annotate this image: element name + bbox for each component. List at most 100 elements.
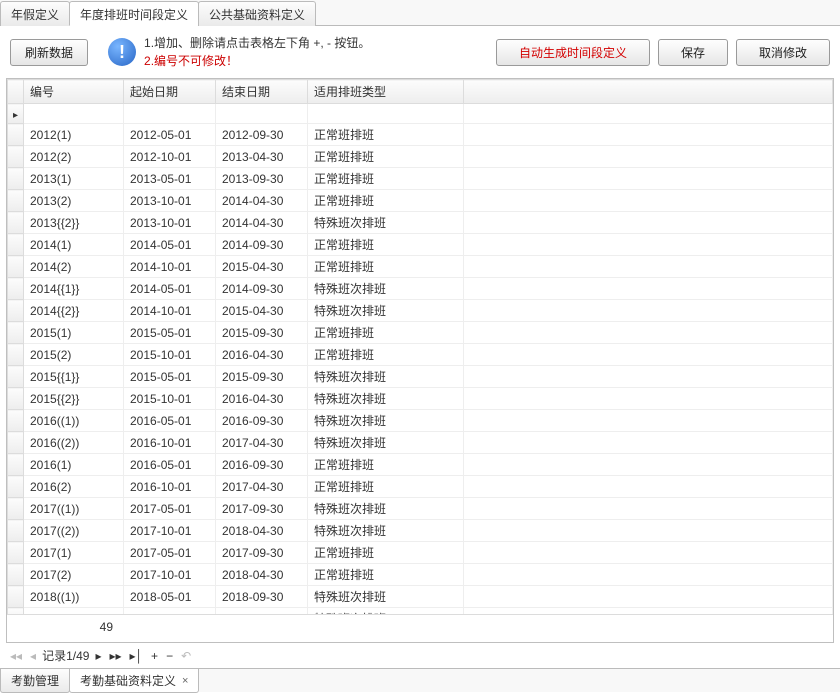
cell-start[interactable]: 2014-10-01	[124, 300, 216, 322]
nav-next[interactable]: ▸	[93, 649, 103, 663]
cell-start[interactable]: 2014-10-01	[124, 256, 216, 278]
cell-end[interactable]: 2016-04-30	[216, 344, 308, 366]
cell-end[interactable]: 2016-04-30	[216, 388, 308, 410]
cell-type[interactable]: 特殊班次排班	[308, 366, 464, 388]
cell-id[interactable]: 2017(1)	[24, 542, 124, 564]
top-tab-1[interactable]: 年度排班时间段定义	[69, 1, 199, 26]
nav-remove[interactable]: −	[164, 649, 175, 663]
cell-type[interactable]: 正常班排班	[308, 256, 464, 278]
cell-id[interactable]: 2014{{2}}	[24, 300, 124, 322]
cell-start[interactable]: 2017-10-01	[124, 520, 216, 542]
cell-end[interactable]: 2015-09-30	[216, 322, 308, 344]
cell-id[interactable]: 2015(1)	[24, 322, 124, 344]
table-row[interactable]: 2015(1)2015-05-012015-09-30正常班排班	[8, 322, 833, 344]
nav-next-page[interactable]: ▸▸	[107, 649, 123, 663]
cell-id[interactable]: 2016((2))	[24, 432, 124, 454]
cell-type[interactable]: 特殊班次排班	[308, 212, 464, 234]
table-row[interactable]: 2013(1)2013-05-012013-09-30正常班排班	[8, 168, 833, 190]
cell-start[interactable]: 2016-05-01	[124, 454, 216, 476]
table-row[interactable]: 2016((1))2016-05-012016-09-30特殊班次排班	[8, 410, 833, 432]
cell-end[interactable]: 2017-04-30	[216, 476, 308, 498]
cell-id[interactable]: 2015{{1}}	[24, 366, 124, 388]
table-row[interactable]: 2014(1)2014-05-012014-09-30正常班排班	[8, 234, 833, 256]
close-icon[interactable]: ×	[182, 675, 188, 687]
table-row[interactable]: 2015{{1}}2015-05-012015-09-30特殊班次排班	[8, 366, 833, 388]
cell-id[interactable]: 2017((2))	[24, 520, 124, 542]
table-row[interactable]: 2012(1)2012-05-012012-09-30正常班排班	[8, 124, 833, 146]
cell-id[interactable]: 2018((1))	[24, 586, 124, 608]
nav-last[interactable]: ▸│	[128, 649, 146, 663]
cell-start[interactable]: 2015-10-01	[124, 344, 216, 366]
cell-type[interactable]: 正常班排班	[308, 542, 464, 564]
cell-end[interactable]: 2014-09-30	[216, 234, 308, 256]
cell-type[interactable]: 正常班排班	[308, 454, 464, 476]
cell-end[interactable]: 2014-04-30	[216, 190, 308, 212]
cell-type[interactable]: 正常班排班	[308, 146, 464, 168]
cell-end[interactable]: 2017-09-30	[216, 542, 308, 564]
table-row[interactable]: 2016(2)2016-10-012017-04-30正常班排班	[8, 476, 833, 498]
cell-end[interactable]: 2016-09-30	[216, 410, 308, 432]
cell-start[interactable]: 2013-05-01	[124, 168, 216, 190]
nav-add[interactable]: +	[149, 649, 160, 663]
cell-end[interactable]: 2015-04-30	[216, 300, 308, 322]
cell-type[interactable]: 特殊班次排班	[308, 520, 464, 542]
cell-type[interactable]: 特殊班次排班	[308, 410, 464, 432]
cell-end[interactable]: 2013-04-30	[216, 146, 308, 168]
cell-end[interactable]: 2018-04-30	[216, 520, 308, 542]
table-row[interactable]: 2016((2))2016-10-012017-04-30特殊班次排班	[8, 432, 833, 454]
cell-type[interactable]: 特殊班次排班	[308, 300, 464, 322]
table-row[interactable]: 2012(2)2012-10-012013-04-30正常班排班	[8, 146, 833, 168]
table-row[interactable]: 2015{{2}}2015-10-012016-04-30特殊班次排班	[8, 388, 833, 410]
cell-type[interactable]: 正常班排班	[308, 476, 464, 498]
cell-empty[interactable]	[216, 104, 308, 124]
cell-start[interactable]: 2013-10-01	[124, 190, 216, 212]
cell-id[interactable]: 2013(2)	[24, 190, 124, 212]
table-row[interactable]: 2017(1)2017-05-012017-09-30正常班排班	[8, 542, 833, 564]
table-row[interactable]: 2017((1))2017-05-012017-09-30特殊班次排班	[8, 498, 833, 520]
col-type[interactable]: 适用排班类型	[308, 80, 464, 104]
table-row-new[interactable]	[8, 104, 833, 124]
cell-id[interactable]: 2017(2)	[24, 564, 124, 586]
cell-start[interactable]: 2016-05-01	[124, 410, 216, 432]
cell-id[interactable]: 2016(1)	[24, 454, 124, 476]
top-tab-0[interactable]: 年假定义	[0, 1, 70, 26]
cell-type[interactable]: 正常班排班	[308, 344, 464, 366]
table-row[interactable]: 2013(2)2013-10-012014-04-30正常班排班	[8, 190, 833, 212]
cell-end[interactable]: 2016-09-30	[216, 454, 308, 476]
grid-scroll[interactable]: 编号 起始日期 结束日期 适用排班类型 2012(1)2012-05-01201…	[7, 79, 833, 615]
bottom-tab-1[interactable]: 考勤基础资料定义×	[69, 669, 199, 693]
cell-end[interactable]: 2017-09-30	[216, 498, 308, 520]
cell-start[interactable]: 2015-05-01	[124, 366, 216, 388]
cell-end[interactable]: 2015-04-30	[216, 256, 308, 278]
cell-type[interactable]: 特殊班次排班	[308, 432, 464, 454]
cell-start[interactable]: 2016-10-01	[124, 476, 216, 498]
cell-empty[interactable]	[124, 104, 216, 124]
cell-start[interactable]: 2014-05-01	[124, 278, 216, 300]
cell-type[interactable]: 特殊班次排班	[308, 586, 464, 608]
table-row[interactable]: 2015(2)2015-10-012016-04-30正常班排班	[8, 344, 833, 366]
cell-id[interactable]: 2014(2)	[24, 256, 124, 278]
col-start[interactable]: 起始日期	[124, 80, 216, 104]
cell-id[interactable]: 2013{{2}}	[24, 212, 124, 234]
cell-type[interactable]: 特殊班次排班	[308, 388, 464, 410]
cell-empty[interactable]	[308, 104, 464, 124]
cell-type[interactable]: 正常班排班	[308, 234, 464, 256]
cell-end[interactable]: 2012-09-30	[216, 124, 308, 146]
cell-start[interactable]: 2015-10-01	[124, 388, 216, 410]
cell-start[interactable]: 2015-05-01	[124, 322, 216, 344]
cell-id[interactable]: 2014(1)	[24, 234, 124, 256]
cell-end[interactable]: 2014-04-30	[216, 212, 308, 234]
cell-id[interactable]: 2014{{1}}	[24, 278, 124, 300]
nav-revert[interactable]: ↶	[179, 649, 193, 663]
cell-id[interactable]: 2016(2)	[24, 476, 124, 498]
table-row[interactable]: 2014(2)2014-10-012015-04-30正常班排班	[8, 256, 833, 278]
table-row[interactable]: 2013{{2}}2013-10-012014-04-30特殊班次排班	[8, 212, 833, 234]
cell-id[interactable]: 2015(2)	[24, 344, 124, 366]
table-row[interactable]: 2017((2))2017-10-012018-04-30特殊班次排班	[8, 520, 833, 542]
cell-end[interactable]: 2014-09-30	[216, 278, 308, 300]
cell-type[interactable]: 正常班排班	[308, 190, 464, 212]
nav-prev[interactable]: ◂	[28, 649, 38, 663]
cell-start[interactable]: 2016-10-01	[124, 432, 216, 454]
cell-id[interactable]: 2015{{2}}	[24, 388, 124, 410]
cell-end[interactable]: 2015-09-30	[216, 366, 308, 388]
